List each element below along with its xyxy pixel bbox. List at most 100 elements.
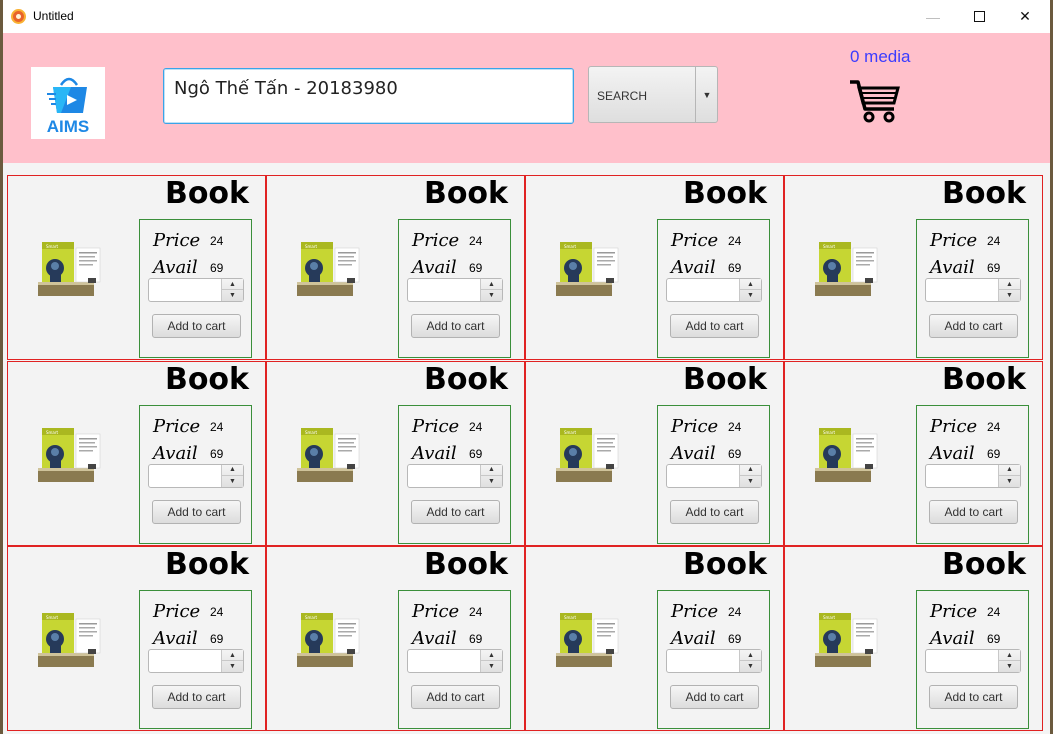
close-button[interactable]: ✕	[1002, 0, 1048, 33]
book-cover-image: Smart	[556, 613, 619, 667]
spinner-down-icon[interactable]: ▼	[222, 290, 243, 301]
product-info-box: Price 24 Avail 69 ▲ ▼ Add to cart	[139, 404, 252, 544]
spinner-up-icon[interactable]: ▲	[999, 465, 1020, 476]
price-value: 24	[987, 605, 1001, 619]
product-info-box: Price 24 Avail 69 ▲ ▼ Add to cart	[398, 404, 511, 544]
product-title: Book	[423, 361, 508, 397]
spinner-up-icon[interactable]: ▲	[999, 650, 1020, 661]
quantity-spinner[interactable]: ▲ ▼	[666, 463, 762, 488]
aims-logo[interactable]: AIMS	[31, 67, 105, 139]
product-card: Book Smart Price 24 Avail 69 ▲ ▼ Add to …	[784, 175, 1043, 360]
add-to-cart-button[interactable]: Add to cart	[670, 314, 759, 338]
spinner-down-icon[interactable]: ▼	[999, 661, 1020, 672]
product-card: Book Smart Price 24 Avail 69 ▲ ▼ Add to …	[784, 360, 1043, 546]
spinner-down-icon[interactable]: ▼	[481, 290, 502, 301]
spinner-down-icon[interactable]: ▼	[999, 476, 1020, 487]
spinner-up-icon[interactable]: ▲	[222, 465, 243, 476]
spinner-down-icon[interactable]: ▼	[740, 290, 761, 301]
spinner-up-icon[interactable]: ▲	[222, 650, 243, 661]
add-to-cart-button[interactable]: Add to cart	[152, 499, 241, 524]
spinner-up-icon[interactable]: ▲	[999, 279, 1020, 290]
add-to-cart-button[interactable]: Add to cart	[929, 499, 1018, 524]
add-to-cart-button[interactable]: Add to cart	[152, 314, 241, 338]
product-card: Book Smart Price 24 Avail 69 ▲ ▼ Add to …	[7, 546, 266, 731]
avail-label: Avail	[671, 257, 716, 278]
cart-media-count: 0 media	[850, 47, 911, 66]
search-dropdown[interactable]: SEARCH ▼	[588, 66, 718, 123]
product-title: Book	[164, 547, 249, 582]
spinner-down-icon[interactable]: ▼	[740, 476, 761, 487]
book-cover-image: Smart	[38, 613, 101, 667]
quantity-spinner[interactable]: ▲ ▼	[925, 649, 1021, 673]
spinner-up-icon[interactable]: ▲	[481, 650, 502, 661]
maximize-button[interactable]	[956, 0, 1002, 33]
add-to-cart-button[interactable]: Add to cart	[411, 314, 500, 338]
search-input[interactable]: Ngô Thế Tấn - 20183980	[163, 68, 574, 124]
spinner-down-icon[interactable]: ▼	[481, 661, 502, 672]
add-to-cart-button[interactable]: Add to cart	[929, 685, 1018, 709]
spinner-down-icon[interactable]: ▼	[740, 661, 761, 672]
header-bar: AIMS Ngô Thế Tấn - 20183980 SEARCH ▼ 0 m…	[3, 33, 1050, 163]
spinner-down-icon[interactable]: ▼	[481, 476, 502, 487]
price-label: Price	[671, 415, 719, 437]
spinner-up-icon[interactable]: ▲	[481, 465, 502, 476]
add-to-cart-button[interactable]: Add to cart	[929, 314, 1018, 338]
add-to-cart-button[interactable]: Add to cart	[152, 685, 241, 709]
app-window: Untitled — ✕ AIMS Ngô Thế Tấn - 20183980…	[0, 0, 1053, 734]
spinner-down-icon[interactable]: ▼	[222, 476, 243, 487]
product-title: Book	[682, 547, 767, 582]
svg-text:Smart: Smart	[305, 430, 318, 435]
price-label: Price	[412, 230, 460, 251]
product-title: Book	[164, 361, 249, 397]
dropdown-arrow-icon[interactable]: ▼	[695, 67, 718, 122]
maximize-icon	[973, 11, 985, 22]
add-to-cart-button[interactable]: Add to cart	[670, 499, 759, 524]
spinner-down-icon[interactable]: ▼	[999, 290, 1020, 301]
quantity-spinner[interactable]: ▲ ▼	[148, 278, 244, 302]
avail-value: 69	[728, 446, 742, 461]
quantity-spinner[interactable]: ▲ ▼	[925, 278, 1021, 302]
window-title: Untitled	[33, 9, 74, 23]
quantity-spinner[interactable]: ▲ ▼	[666, 278, 762, 302]
quantity-spinner[interactable]: ▲ ▼	[925, 463, 1021, 488]
book-cover-image: Smart	[556, 242, 619, 296]
quantity-spinner[interactable]: ▲ ▼	[666, 649, 762, 673]
product-card: Book Smart Price 24 Avail 69 ▲ ▼ Add to …	[266, 546, 525, 731]
avail-label: Avail	[153, 257, 198, 278]
product-title: Book	[423, 547, 508, 582]
spinner-up-icon[interactable]: ▲	[222, 279, 243, 290]
add-to-cart-button[interactable]: Add to cart	[411, 685, 500, 709]
avail-label: Avail	[412, 628, 457, 649]
quantity-spinner[interactable]: ▲ ▼	[407, 278, 503, 302]
quantity-spinner[interactable]: ▲ ▼	[407, 649, 503, 673]
quantity-spinner[interactable]: ▲ ▼	[407, 463, 503, 488]
avail-value: 69	[728, 261, 742, 275]
product-info-box: Price 24 Avail 69 ▲ ▼ Add to cart	[916, 404, 1029, 544]
book-cover-image: Smart	[815, 613, 878, 667]
product-info-box: Price 24 Avail 69 ▲ ▼ Add to cart	[139, 219, 252, 358]
quantity-spinner[interactable]: ▲ ▼	[148, 463, 244, 488]
svg-text:Smart: Smart	[823, 430, 836, 435]
quantity-spinner[interactable]: ▲ ▼	[148, 649, 244, 673]
shopping-cart-icon[interactable]	[848, 76, 902, 124]
spinner-up-icon[interactable]: ▲	[740, 650, 761, 661]
spinner-up-icon[interactable]: ▲	[481, 279, 502, 290]
minimize-button[interactable]: —	[910, 0, 956, 33]
product-title: Book	[423, 176, 508, 211]
add-to-cart-button[interactable]: Add to cart	[411, 499, 500, 524]
spinner-buttons: ▲ ▼	[221, 464, 243, 487]
svg-text:Smart: Smart	[564, 430, 577, 435]
spinner-up-icon[interactable]: ▲	[740, 465, 761, 476]
spinner-up-icon[interactable]: ▲	[740, 279, 761, 290]
product-info-box: Price 24 Avail 69 ▲ ▼ Add to cart	[398, 219, 511, 358]
price-label: Price	[153, 230, 201, 251]
svg-text:Smart: Smart	[823, 615, 836, 620]
spinner-down-icon[interactable]: ▼	[222, 661, 243, 672]
product-info-box: Price 24 Avail 69 ▲ ▼ Add to cart	[916, 219, 1029, 358]
svg-text:Smart: Smart	[46, 615, 59, 620]
price-value: 24	[469, 234, 483, 248]
price-label: Price	[153, 601, 201, 622]
add-to-cart-button[interactable]: Add to cart	[670, 685, 759, 709]
price-label: Price	[930, 230, 978, 251]
avail-label: Avail	[153, 442, 198, 464]
